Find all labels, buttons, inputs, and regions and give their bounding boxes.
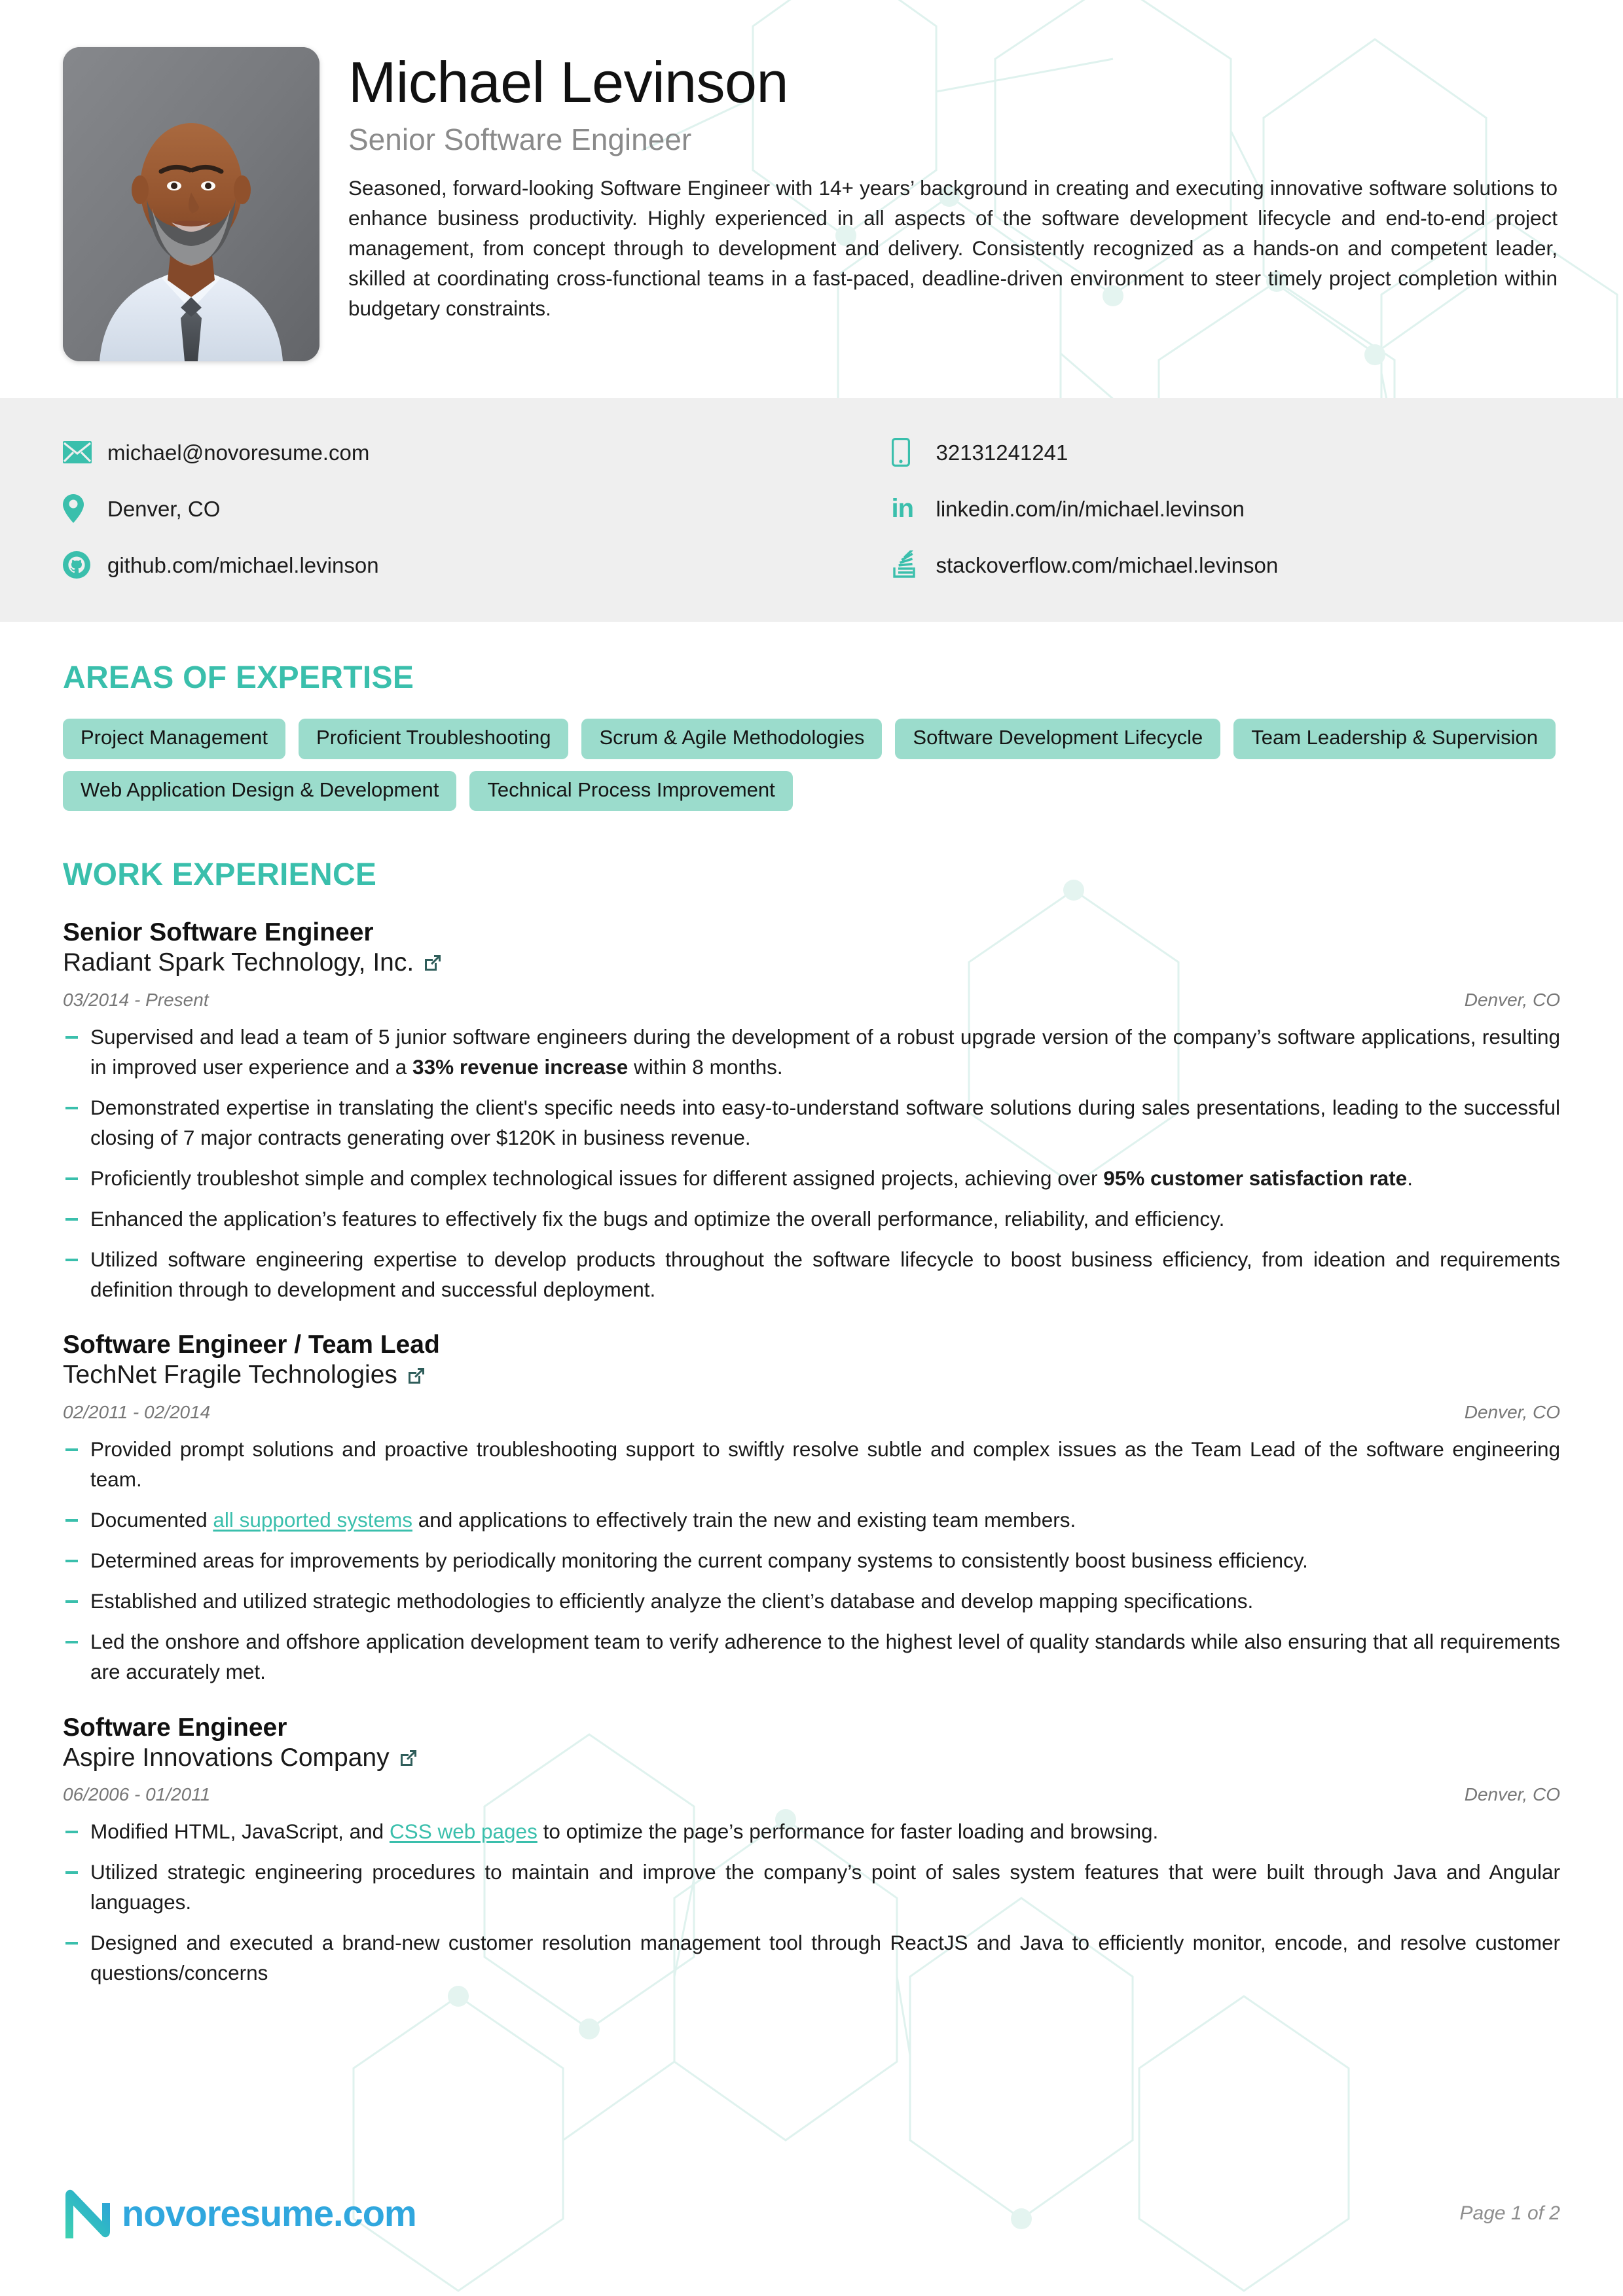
section-title-work: WORK EXPERIENCE [63, 857, 377, 893]
github-icon [63, 551, 97, 579]
job-company-name: TechNet Fragile Technologies [63, 1361, 397, 1390]
job-meta: 02/2011 - 02/2014 Denver, CO [63, 1402, 1560, 1423]
job-bullet: Provided prompt solutions and proactive … [63, 1435, 1560, 1495]
job-location: Denver, CO [1464, 989, 1560, 1010]
skill-tag: Software Development Lifecycle [895, 719, 1221, 759]
novoresume-logo-text: novoresume.com [122, 2193, 417, 2234]
job-company-name: Aspire Innovations Company [63, 1743, 390, 1772]
contact-github-text: github.com/michael.levinson [107, 552, 379, 577]
page-title: Michael Levinson [348, 50, 788, 115]
skill-tag: Proficient Troubleshooting [299, 719, 569, 759]
job-dates: 06/2006 - 01/2011 [63, 1784, 211, 1805]
job-bullet-list: Supervised and lead a team of 5 junior s… [63, 1022, 1560, 1305]
job-dates: 02/2011 - 02/2014 [63, 1402, 211, 1422]
job-bullet: Designed and executed a brand-new custom… [63, 1928, 1560, 1988]
job-bullet: Supervised and lead a team of 5 junior s… [63, 1022, 1560, 1083]
contact-row-linkedin[interactable]: in linkedin.com/in/michael.levinson [892, 480, 1561, 537]
contact-column-left: michael@novoresume.com Denver, CO github… [63, 424, 812, 593]
skill-tag: Project Management [63, 719, 286, 759]
job-bullet: Determined areas for improvements by per… [63, 1546, 1560, 1576]
professional-summary: Seasoned, forward-looking Software Engin… [348, 175, 1558, 320]
contact-column-right: 32131241241 in linkedin.com/in/michael.l… [812, 424, 1561, 593]
job-role: Software Engineer / Team Lead [63, 1331, 440, 1359]
contact-location-text: Denver, CO [107, 496, 221, 521]
page-footer: novoresume.com Page 1 of 2 [0, 2187, 1623, 2296]
inline-link-all-supported-systems[interactable]: all supported systems [213, 1508, 412, 1532]
skill-tag: Team Leadership & Supervision [1233, 719, 1556, 759]
contact-linkedin-text: linkedin.com/in/michael.levinson [936, 496, 1245, 521]
contact-row-phone[interactable]: 32131241241 [891, 424, 1561, 480]
job-meta: 03/2014 - Present Denver, CO [63, 990, 1560, 1011]
job-dates: 03/2014 - Present [63, 989, 209, 1010]
job-company: Radiant Spark Technology, Inc. [63, 948, 1560, 978]
resume-page: Michael Levinson Senior Software Enginee… [0, 0, 1623, 2296]
resume-header: Michael Levinson Senior Software Enginee… [0, 0, 1623, 361]
mobile-phone-icon [891, 438, 926, 467]
work-experience-section: WORK EXPERIENCE Senior Software Engineer… [0, 859, 1623, 1988]
inline-link-css-web-pages[interactable]: CSS web pages [390, 1820, 538, 1843]
job-bullet: Modified HTML, JavaScript, and CSS web p… [63, 1817, 1560, 1847]
job-bullet: Utilized software engineering expertise … [63, 1245, 1560, 1305]
contact-email-text: michael@novoresume.com [107, 440, 370, 465]
work-experience-entry: Software Engineer / Team Lead TechNet Fr… [63, 1331, 1560, 1687]
linkedin-icon: in [891, 494, 915, 523]
job-bullet: Established and utilized strategic metho… [63, 1587, 1560, 1617]
contact-info-band: michael@novoresume.com Denver, CO github… [0, 398, 1623, 622]
contact-row-github[interactable]: github.com/michael.levinson [63, 537, 812, 593]
job-bullet: Demonstrated expertise in translating th… [63, 1093, 1560, 1153]
external-link-icon[interactable] [407, 1366, 426, 1386]
external-link-icon[interactable] [423, 953, 443, 973]
job-bullet: Led the onshore and offshore application… [63, 1627, 1560, 1687]
portrait-photo [63, 47, 319, 361]
work-experience-entry: Senior Software Engineer Radiant Spark T… [63, 918, 1560, 1304]
job-bullet-list: Modified HTML, JavaScript, and CSS web p… [63, 1817, 1560, 1988]
job-company: Aspire Innovations Company [63, 1744, 1560, 1773]
map-pin-icon [63, 494, 97, 523]
job-company: TechNet Fragile Technologies [63, 1361, 1560, 1390]
avatar [63, 47, 319, 361]
contact-row-email[interactable]: michael@novoresume.com [63, 424, 812, 480]
stackoverflow-icon [892, 550, 926, 579]
contact-stackoverflow-text: stackoverflow.com/michael.levinson [936, 552, 1279, 577]
job-bullet: Utilized strategic engineering procedure… [63, 1857, 1560, 1918]
page-number: Page 1 of 2 [1459, 2202, 1560, 2224]
skill-tag: Technical Process Improvement [469, 770, 793, 812]
novoresume-logo[interactable]: novoresume.com [63, 2187, 417, 2240]
contact-row-location: Denver, CO [63, 480, 812, 537]
job-role: Software Engineer [63, 1713, 287, 1742]
external-link-icon[interactable] [399, 1748, 418, 1768]
contact-phone-text: 32131241241 [936, 440, 1068, 465]
novoresume-n-icon [65, 2189, 110, 2238]
work-experience-entry: Software Engineer Aspire Innovations Com… [63, 1713, 1560, 1988]
job-meta: 06/2006 - 01/2011 Denver, CO [63, 1784, 1560, 1805]
job-role: Senior Software Engineer [63, 918, 374, 947]
skill-tag: Scrum & Agile Methodologies [581, 719, 883, 759]
job-bullet: Documented all supported systems and app… [63, 1505, 1560, 1535]
job-bullet-list: Provided prompt solutions and proactive … [63, 1435, 1560, 1687]
job-bullet: Proficiently troubleshot simple and comp… [63, 1164, 1560, 1194]
header-text-block: Michael Levinson Senior Software Enginee… [348, 47, 1560, 324]
areas-of-expertise-section: AREAS OF EXPERTISE Project Management Pr… [0, 660, 1623, 812]
job-company-name: Radiant Spark Technology, Inc. [63, 948, 414, 977]
photo-container [63, 47, 319, 361]
contact-row-stackoverflow[interactable]: stackoverflow.com/michael.levinson [892, 537, 1561, 593]
job-location: Denver, CO [1464, 1402, 1560, 1422]
job-location: Denver, CO [1464, 1784, 1560, 1805]
section-title-expertise: AREAS OF EXPERTISE [63, 660, 414, 695]
envelope-icon [63, 441, 97, 463]
job-bullet: Enhanced the application’s features to e… [63, 1204, 1560, 1234]
skills-tag-list: Project Management Proficient Troublesho… [63, 719, 1560, 812]
job-title-subtitle: Senior Software Engineer [348, 122, 692, 156]
skill-tag: Web Application Design & Development [63, 770, 457, 812]
